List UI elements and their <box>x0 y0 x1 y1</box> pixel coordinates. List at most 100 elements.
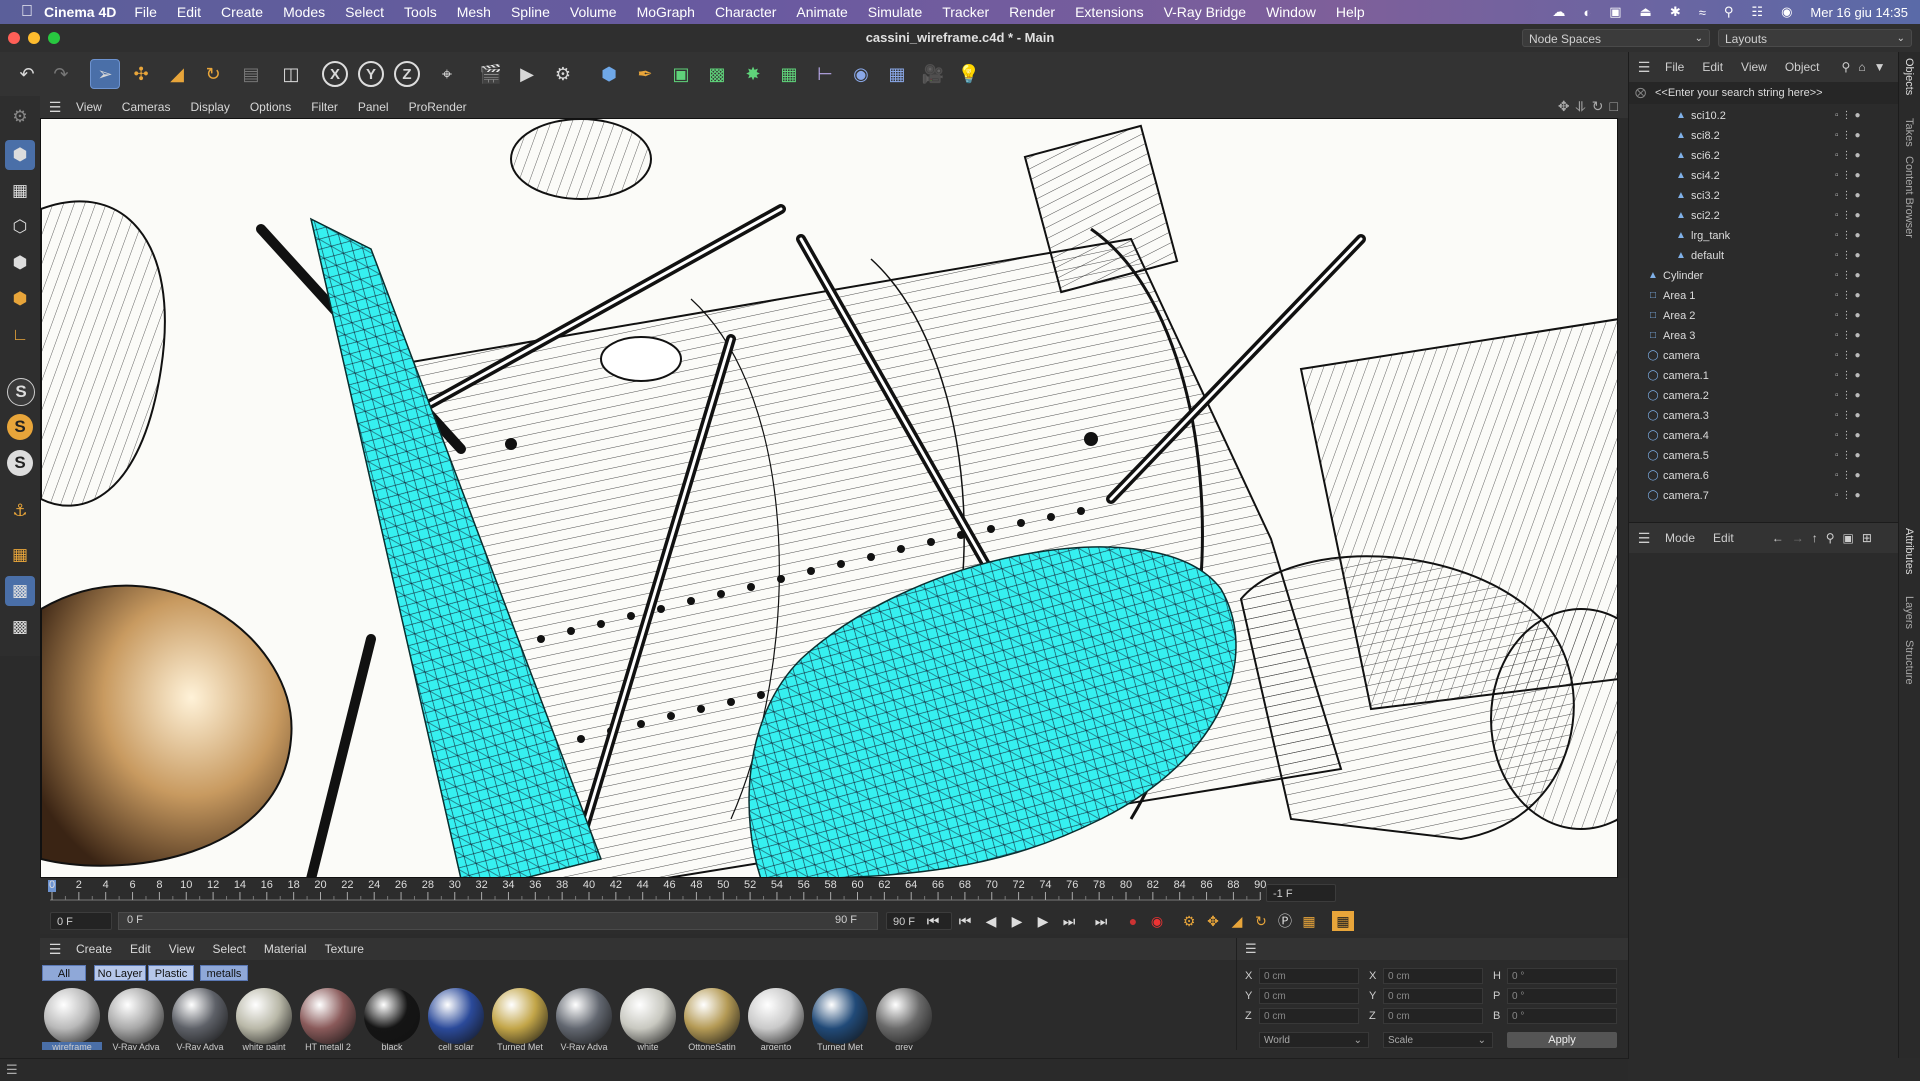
start-frame-field[interactable]: 0 F <box>50 912 112 930</box>
attribute-menu-mode[interactable]: Mode <box>1665 531 1695 545</box>
menu-volume[interactable]: Volume <box>570 4 617 20</box>
pen-spline-icon[interactable]: ✒ <box>630 59 660 89</box>
object-row[interactable]: ▲ sci3.2 ▫⋮● <box>1629 186 1899 206</box>
object-name[interactable]: camera <box>1663 346 1700 366</box>
hamburger-icon[interactable]: ☰ <box>44 99 66 116</box>
cube-object-icon[interactable]: ⬢ <box>594 59 624 89</box>
app-menu-name[interactable]: Cinema 4D <box>44 4 116 20</box>
search-icon[interactable]: ⚲ <box>1826 531 1835 545</box>
z-axis-lock-icon[interactable]: Z <box>394 61 420 87</box>
object-menu-view[interactable]: View <box>1741 60 1767 74</box>
preview-range-slider[interactable]: 0 F 90 F <box>118 912 878 930</box>
keyframe-selection-icon[interactable]: ⚙ <box>1178 911 1200 931</box>
camera-icon[interactable]: 🎥 <box>918 59 948 89</box>
menu-window[interactable]: Window <box>1266 4 1316 20</box>
menu-spline[interactable]: Spline <box>511 4 550 20</box>
next-frame-icon[interactable]: ▶ <box>1032 911 1054 931</box>
snap-settings-icon[interactable]: S <box>7 414 33 440</box>
apply-button[interactable]: Apply <box>1507 1032 1617 1048</box>
side-tab-content-browser[interactable]: Content Browser <box>1903 156 1915 238</box>
size-x-field[interactable]: 0 cm <box>1383 968 1483 984</box>
polygons-mode-icon[interactable]: ⬢ <box>5 284 35 314</box>
menu-mesh[interactable]: Mesh <box>457 4 491 20</box>
display-icon[interactable]: ▣ <box>1609 4 1621 20</box>
object-name[interactable]: sci3.2 <box>1691 186 1720 206</box>
points-mode-icon[interactable]: ⬡ <box>5 212 35 242</box>
search-icon[interactable]: ⚲ <box>1842 60 1851 74</box>
visibility-toggle-icon[interactable]: ▫⋮● <box>1835 246 1864 266</box>
material-swatch[interactable]: grey <box>874 988 934 1050</box>
hamburger-icon[interactable]: ☰ <box>1633 59 1655 76</box>
pos-y-field[interactable]: 0 cm <box>1259 988 1359 1004</box>
next-key-icon[interactable]: ⏭ <box>1058 911 1080 931</box>
material-menu-material[interactable]: Material <box>264 942 307 956</box>
autokey-icon[interactable]: ◉ <box>1146 911 1168 931</box>
axis-mode-icon[interactable]: ∟ <box>5 320 35 350</box>
deformer-icon[interactable]: ⊢ <box>810 59 840 89</box>
material-swatch[interactable]: white <box>618 988 678 1050</box>
filter-icon[interactable]: ▼ <box>1874 60 1886 74</box>
size-z-field[interactable]: 0 cm <box>1383 1008 1483 1024</box>
menu-edit[interactable]: Edit <box>177 4 201 20</box>
object-name[interactable]: Cylinder <box>1663 266 1703 286</box>
rotate-tool-icon[interactable]: ↻ <box>198 59 228 89</box>
object-row[interactable]: ▲ sci8.2 ▫⋮● <box>1629 126 1899 146</box>
visibility-toggle-icon[interactable]: ▫⋮● <box>1835 346 1864 366</box>
object-row[interactable]: ◯ camera.4 ▫⋮● <box>1629 426 1899 446</box>
material-swatch[interactable]: V-Ray Adva <box>170 988 230 1050</box>
viewport-menu-prorender[interactable]: ProRender <box>409 100 467 114</box>
home-icon[interactable]: ⌂ <box>1858 60 1865 74</box>
layer-tab-no-layer[interactable]: No Layer <box>94 965 146 981</box>
recent-tools-icon[interactable]: ▤ <box>236 59 266 89</box>
object-row[interactable]: ◯ camera.1 ▫⋮● <box>1629 366 1899 386</box>
move-tool-icon[interactable]: ✣ <box>126 59 156 89</box>
orbit-icon[interactable]: ↻ <box>1592 98 1604 115</box>
visibility-toggle-icon[interactable]: ▫⋮● <box>1835 166 1864 186</box>
menu-extensions[interactable]: Extensions <box>1075 4 1143 20</box>
up-arrow-icon[interactable]: ↑ <box>1812 531 1818 545</box>
object-row[interactable]: ▲ sci2.2 ▫⋮● <box>1629 206 1899 226</box>
visibility-toggle-icon[interactable]: ▫⋮● <box>1835 486 1864 506</box>
object-name[interactable]: sci2.2 <box>1691 206 1720 226</box>
cloner-icon[interactable]: ✸ <box>738 59 768 89</box>
pan-icon[interactable]: ✥ <box>1558 98 1570 115</box>
size-y-field[interactable]: 0 cm <box>1383 988 1483 1004</box>
object-name[interactable]: sci8.2 <box>1691 126 1720 146</box>
material-menu-texture[interactable]: Texture <box>325 942 364 956</box>
material-swatch[interactable]: cell solar <box>426 988 486 1050</box>
menu-tracker[interactable]: Tracker <box>942 4 989 20</box>
dolly-icon[interactable]: ⥥ <box>1576 98 1586 115</box>
object-name[interactable]: camera.7 <box>1663 486 1709 506</box>
menu-render[interactable]: Render <box>1009 4 1055 20</box>
visibility-toggle-icon[interactable]: ▫⋮● <box>1835 186 1864 206</box>
record-keys-icon[interactable]: ● <box>1122 911 1144 931</box>
close-icon[interactable]: ⨂ <box>1635 82 1646 104</box>
hamburger-icon[interactable]: ☰ <box>1245 941 1257 957</box>
hamburger-icon[interactable]: ☰ <box>6 1062 18 1078</box>
magnet-icon[interactable]: ⚓ <box>5 496 35 526</box>
siri-icon[interactable]: ◉ <box>1781 4 1792 20</box>
side-tab-takes[interactable]: Takes <box>1903 118 1915 147</box>
object-name[interactable]: Area 1 <box>1663 286 1695 306</box>
world-coordinates-icon[interactable]: ⌖ <box>432 59 462 89</box>
workplane-snap-icon[interactable]: S <box>7 450 33 476</box>
object-name[interactable]: camera.3 <box>1663 406 1709 426</box>
solo-icon[interactable]: ▩ <box>5 612 35 642</box>
subdivision-surface-icon[interactable]: ▣ <box>666 59 696 89</box>
key-parameter-icon[interactable]: Ⓟ <box>1274 911 1296 931</box>
extrude-generator-icon[interactable]: ▩ <box>702 59 732 89</box>
make-editable-icon[interactable]: ⚙ <box>5 102 35 132</box>
timeline-window-icon[interactable]: ▦ <box>1332 911 1354 931</box>
key-rotation-icon[interactable]: ↻ <box>1250 911 1272 931</box>
viewport-menu-options[interactable]: Options <box>250 100 291 114</box>
bluetooth-icon[interactable]: ✱ <box>1670 4 1681 20</box>
go-to-end-icon[interactable]: ⏭ <box>1090 911 1112 931</box>
object-row[interactable]: ◯ camera.5 ▫⋮● <box>1629 446 1899 466</box>
timeline-ruler[interactable]: 0 2 4 6 8 10 12 14 16 18 20 22 24 26 28 30 32 34 36 38 40 42 4… <box>40 878 1628 908</box>
visibility-toggle-icon[interactable]: ▫⋮● <box>1835 146 1864 166</box>
previous-frame-icon[interactable]: ◀ <box>980 911 1002 931</box>
hamburger-icon[interactable]: ☰ <box>44 941 66 958</box>
visibility-toggle-icon[interactable]: ▫⋮● <box>1835 366 1864 386</box>
visibility-toggle-icon[interactable]: ▫⋮● <box>1835 126 1864 146</box>
menu-modes[interactable]: Modes <box>283 4 325 20</box>
